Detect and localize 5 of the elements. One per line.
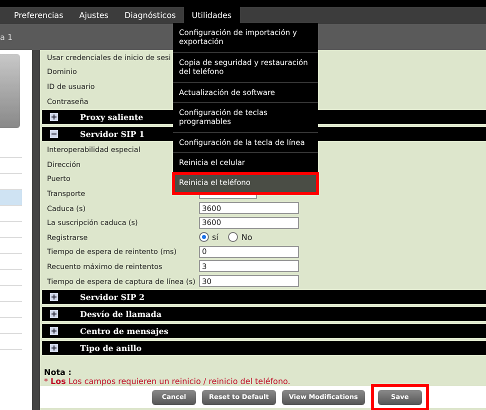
radio-label: No <box>241 232 252 242</box>
note-title: Nota : <box>44 368 72 378</box>
note-text: * Los Los campos requieren un reinicio / reinicio del teléfono. <box>44 377 292 386</box>
breadcrumb: a 1 <box>0 32 13 42</box>
radio-label: sí <box>212 232 218 242</box>
